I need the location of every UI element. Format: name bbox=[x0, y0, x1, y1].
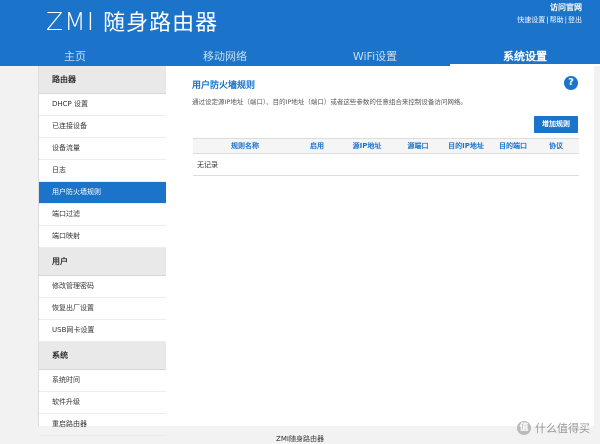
col-enabled: 启用 bbox=[297, 138, 337, 154]
watermark-text: 什么值得买 bbox=[535, 422, 590, 435]
sidebar-item-change-password[interactable]: 修改管理密码 bbox=[39, 276, 166, 298]
col-protocol: 协议 bbox=[533, 138, 579, 154]
help-link[interactable]: 帮助 bbox=[550, 16, 564, 24]
tab-home[interactable]: 主页 bbox=[0, 48, 150, 66]
firewall-rules-table: 规则名称 启用 源IP地址 源端口 目的IP地址 目的端口 协议 无记录 bbox=[193, 138, 579, 176]
logo-text: 随身路由器 bbox=[103, 11, 219, 36]
col-rule-name: 规则名称 bbox=[193, 138, 297, 154]
sidebar-item-reboot[interactable]: 重启路由器 bbox=[39, 414, 166, 436]
main-panel: 用户防火墙规则 ? 通过设定源IP地址（端口）、目的IP地址（端口）或者这些参数… bbox=[166, 66, 594, 426]
col-source-ip: 源IP地址 bbox=[337, 138, 397, 154]
logout-link[interactable]: 登出 bbox=[568, 16, 582, 24]
logo-mark: ZMI bbox=[46, 6, 96, 36]
app-header: ZMI 随身路由器 访问官网 快速设置|帮助|登出 主页 移动网络 WiFi设置… bbox=[0, 0, 600, 66]
footer-text: ZMI随身路由器 bbox=[276, 435, 324, 443]
col-dest-ip: 目的IP地址 bbox=[439, 138, 493, 154]
table-row: 无记录 bbox=[193, 153, 579, 176]
visit-site-link[interactable]: 访问官网 bbox=[517, 2, 582, 14]
sidebar-section-user: 用户 bbox=[39, 248, 166, 276]
sidebar-item-factory-reset[interactable]: 恢复出厂设置 bbox=[39, 298, 166, 320]
sidebar: 路由器 DHCP 设置 已连接设备 设备流量 日志 用户防火墙规则 端口过滤 端… bbox=[38, 66, 167, 436]
sidebar-section-router: 路由器 bbox=[39, 66, 166, 94]
logo[interactable]: ZMI 随身路由器 bbox=[46, 4, 218, 38]
page-title: 用户防火墙规则 bbox=[192, 81, 256, 91]
watermark: 值 什么值得买 bbox=[517, 420, 590, 436]
col-source-port: 源端口 bbox=[397, 138, 439, 154]
page-description: 通过设定源IP地址（端口）、目的IP地址（端口）或者这些参数的任意组合来控制设备… bbox=[192, 98, 467, 106]
link-separator: | bbox=[546, 16, 549, 24]
sidebar-item-usb-nic[interactable]: USB网卡设置 bbox=[39, 320, 166, 342]
quick-links: 快速设置|帮助|登出 bbox=[517, 15, 582, 25]
tab-system-settings[interactable]: 系统设置 bbox=[450, 48, 600, 66]
quick-setup-link[interactable]: 快速设置 bbox=[517, 16, 545, 24]
main-nav: 主页 移动网络 WiFi设置 系统设置 bbox=[0, 48, 600, 66]
tab-wifi-settings[interactable]: WiFi设置 bbox=[300, 48, 450, 66]
help-icon[interactable]: ? bbox=[564, 76, 578, 90]
table-header-row: 规则名称 启用 源IP地址 源端口 目的IP地址 目的端口 协议 bbox=[193, 138, 579, 154]
sidebar-item-device-traffic[interactable]: 设备流量 bbox=[39, 138, 166, 160]
watermark-logo-icon: 值 bbox=[517, 421, 531, 435]
col-dest-port: 目的端口 bbox=[493, 138, 533, 154]
add-rule-button[interactable]: 增加规则 bbox=[534, 116, 578, 133]
sidebar-item-log[interactable]: 日志 bbox=[39, 160, 166, 182]
tab-mobile-network[interactable]: 移动网络 bbox=[150, 48, 300, 66]
sidebar-item-connected-devices[interactable]: 已连接设备 bbox=[39, 116, 166, 138]
sidebar-item-port-mapping[interactable]: 端口映射 bbox=[39, 226, 166, 248]
sidebar-item-system-time[interactable]: 系统时间 bbox=[39, 370, 166, 392]
sidebar-section-system: 系统 bbox=[39, 342, 166, 370]
header-links: 访问官网 快速设置|帮助|登出 bbox=[517, 2, 582, 25]
sidebar-item-software-upgrade[interactable]: 软件升级 bbox=[39, 392, 166, 414]
empty-row-text: 无记录 bbox=[193, 153, 579, 176]
sidebar-item-dhcp[interactable]: DHCP 设置 bbox=[39, 94, 166, 116]
sidebar-item-port-filter[interactable]: 端口过滤 bbox=[39, 204, 166, 226]
sidebar-item-firewall-rules[interactable]: 用户防火墙规则 bbox=[39, 182, 166, 204]
link-separator: | bbox=[564, 16, 567, 24]
